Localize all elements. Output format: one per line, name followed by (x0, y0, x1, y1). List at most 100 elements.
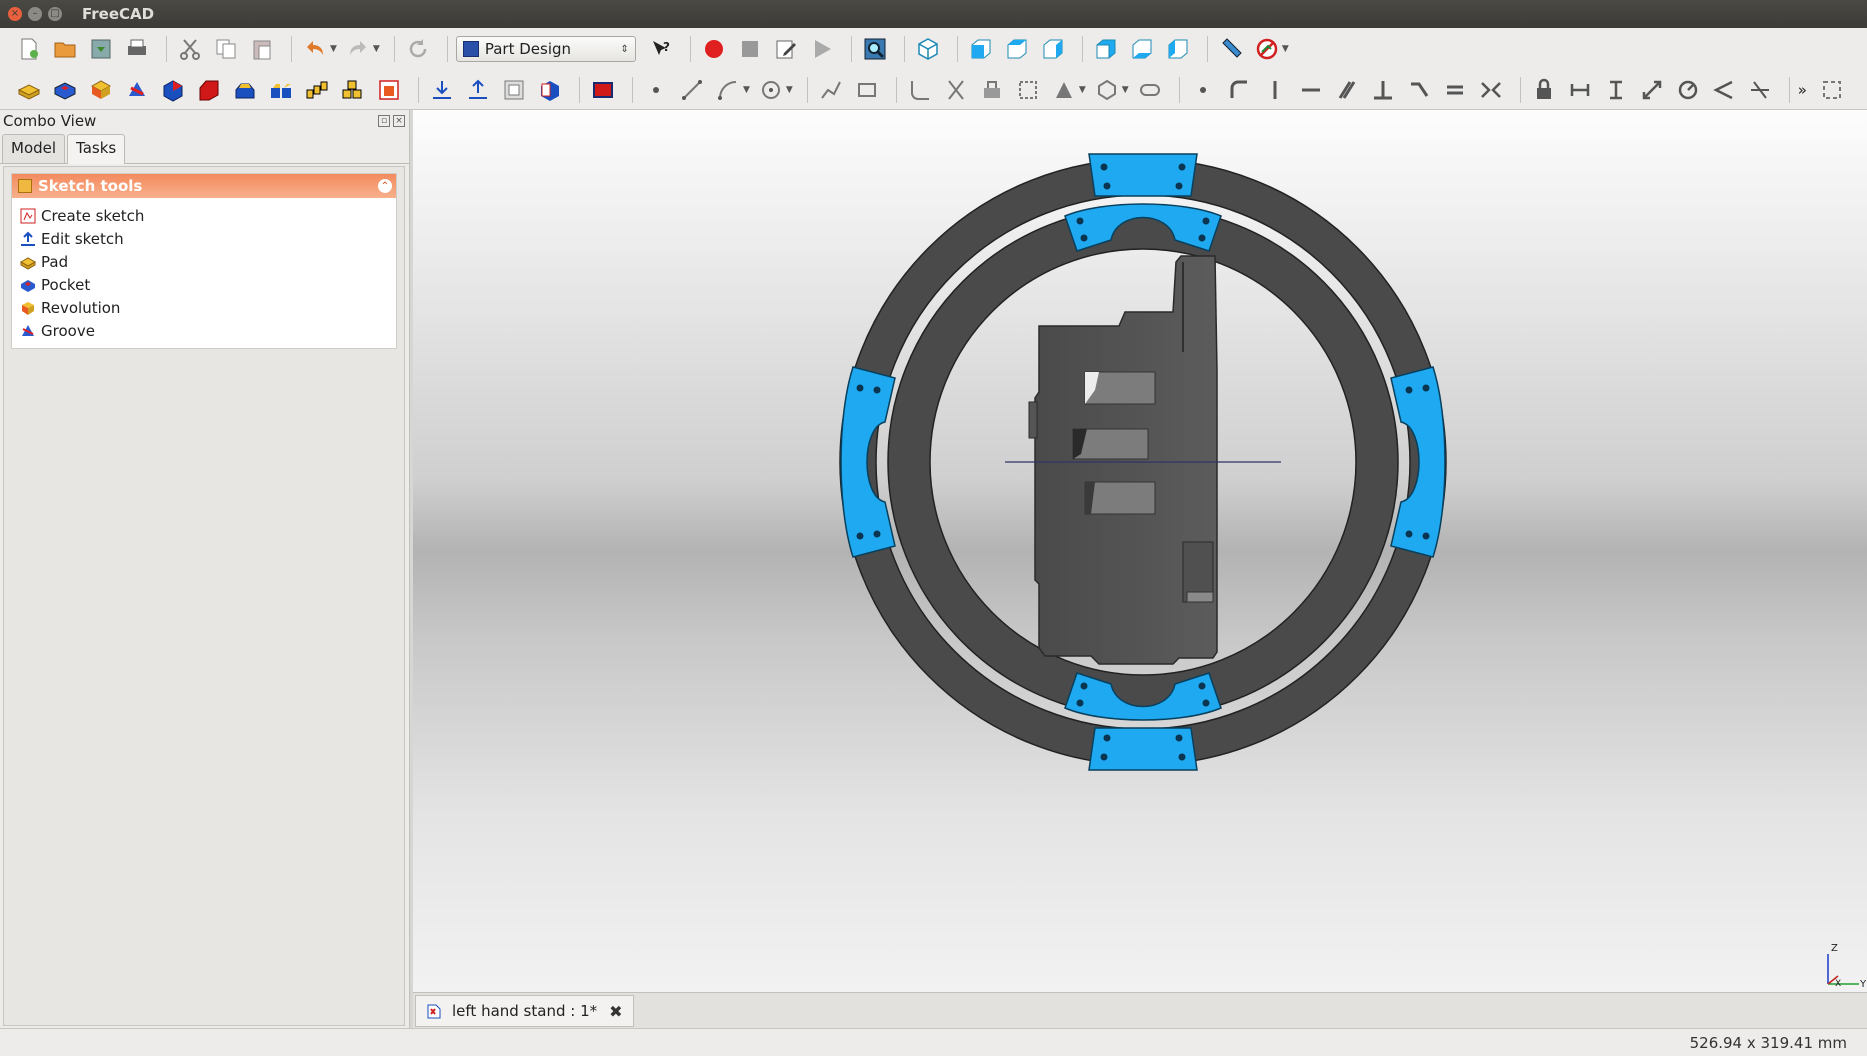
draft-icon[interactable] (230, 75, 260, 105)
tangent-icon[interactable] (1404, 75, 1434, 105)
close-icon[interactable]: × (393, 115, 405, 127)
vertical-distance-icon[interactable] (1601, 75, 1631, 105)
symmetric-icon[interactable] (1476, 75, 1506, 105)
polar-pattern-icon[interactable] (338, 75, 368, 105)
map-sketch-icon[interactable] (499, 75, 529, 105)
angle-icon[interactable] (1709, 75, 1739, 105)
new-file-icon[interactable] (14, 34, 44, 64)
leave-sketch-icon[interactable] (588, 75, 618, 105)
groove-icon[interactable] (122, 75, 152, 105)
construction-icon[interactable] (1013, 75, 1043, 105)
top-view-icon[interactable] (1002, 34, 1032, 64)
chevron-down-icon[interactable]: ▼ (1282, 44, 1289, 54)
clear-measure-icon[interactable] (1252, 34, 1282, 64)
horizontal-distance-icon[interactable] (1565, 75, 1595, 105)
edit-sketch-icon[interactable] (463, 75, 493, 105)
circle-icon[interactable] (756, 75, 786, 105)
close-tab-icon[interactable]: ✖ (609, 1002, 622, 1021)
vertical-icon[interactable] (1260, 75, 1290, 105)
float-icon[interactable]: ▫ (378, 115, 390, 127)
save-icon[interactable] (86, 34, 116, 64)
multitransform-icon[interactable] (374, 75, 404, 105)
point-icon[interactable] (641, 75, 671, 105)
maximize-window-button[interactable]: □ (48, 7, 62, 21)
fillet-sketch-icon[interactable] (905, 75, 935, 105)
3d-view[interactable]: Z X Y (413, 110, 1867, 992)
perpendicular-icon[interactable] (1368, 75, 1398, 105)
fillet-icon[interactable] (158, 75, 188, 105)
chamfer-icon[interactable] (194, 75, 224, 105)
polyline-icon[interactable] (816, 75, 846, 105)
distance-icon[interactable] (1637, 75, 1667, 105)
stop-macro-icon[interactable] (735, 34, 765, 64)
tab-tasks[interactable]: Tasks (67, 134, 126, 164)
edit-macro-icon[interactable] (771, 34, 801, 64)
chevron-down-icon[interactable]: ▼ (330, 44, 337, 54)
open-file-icon[interactable] (50, 34, 80, 64)
isometric-view-icon[interactable] (913, 34, 943, 64)
workbench-selector[interactable]: Part Design ⇕ (455, 36, 636, 62)
chevron-down-icon[interactable]: ▼ (786, 85, 793, 95)
task-groove[interactable]: Groove (20, 319, 396, 342)
task-create-sketch[interactable]: Create sketch (20, 204, 396, 227)
print-icon[interactable] (122, 34, 152, 64)
lock-icon[interactable] (1529, 75, 1559, 105)
coincident-icon[interactable] (1188, 75, 1218, 105)
equal-icon[interactable] (1440, 75, 1470, 105)
chevron-down-icon[interactable]: ▼ (373, 44, 380, 54)
slot-icon[interactable] (1135, 75, 1165, 105)
record-macro-icon[interactable] (699, 34, 729, 64)
right-view-icon[interactable] (1038, 34, 1068, 64)
panel-header[interactable]: Sketch tools ⌃ (12, 174, 396, 198)
task-edit-sketch[interactable]: Edit sketch (20, 227, 396, 250)
close-window-button[interactable]: × (8, 7, 22, 21)
model-scene[interactable] (413, 110, 1867, 992)
rectangle-icon[interactable] (852, 75, 882, 105)
execute-macro-icon[interactable] (807, 34, 837, 64)
line-icon[interactable] (677, 75, 707, 105)
measure-distance-icon[interactable] (1216, 34, 1246, 64)
chevron-down-icon[interactable]: ▼ (1122, 85, 1129, 95)
new-sketch-icon[interactable] (427, 75, 457, 105)
conic-icon[interactable] (1049, 75, 1079, 105)
chevron-down-icon[interactable]: ▼ (1079, 85, 1086, 95)
toggle-icon[interactable] (1817, 75, 1847, 105)
redo-icon[interactable] (343, 34, 373, 64)
document-tab[interactable]: left hand stand : 1* ✖ (415, 995, 634, 1027)
polygon-icon[interactable] (1092, 75, 1122, 105)
task-pocket[interactable]: Pocket (20, 273, 396, 296)
paste-icon[interactable] (247, 34, 277, 64)
clamp-bottom-outer (1088, 727, 1198, 771)
rear-view-icon[interactable] (1091, 34, 1121, 64)
pad-icon[interactable] (14, 75, 44, 105)
revolution-icon[interactable] (86, 75, 116, 105)
refresh-icon[interactable] (403, 34, 433, 64)
linear-pattern-icon[interactable] (302, 75, 332, 105)
parallel-icon[interactable] (1332, 75, 1362, 105)
arc-icon[interactable] (713, 75, 743, 105)
snell-icon[interactable] (1745, 75, 1775, 105)
collapse-icon[interactable]: ⌃ (378, 179, 392, 193)
fit-all-icon[interactable] (860, 34, 890, 64)
horizontal-icon[interactable] (1296, 75, 1326, 105)
more-icon[interactable]: » (1798, 81, 1807, 99)
pocket-icon[interactable] (50, 75, 80, 105)
point-on-object-icon[interactable] (1224, 75, 1254, 105)
radius-icon[interactable] (1673, 75, 1703, 105)
tab-model[interactable]: Model (2, 134, 66, 163)
chevron-down-icon[interactable]: ▼ (743, 85, 750, 95)
whats-this-icon[interactable]: ? (646, 34, 676, 64)
copy-icon[interactable] (211, 34, 241, 64)
minimize-window-button[interactable]: – (28, 7, 42, 21)
task-revolution[interactable]: Revolution (20, 296, 396, 319)
trim-icon[interactable] (941, 75, 971, 105)
bottom-view-icon[interactable] (1127, 34, 1157, 64)
task-pad[interactable]: Pad (20, 250, 396, 273)
external-geometry-icon[interactable] (977, 75, 1007, 105)
validate-sketch-icon[interactable] (535, 75, 565, 105)
undo-icon[interactable] (300, 34, 330, 64)
front-view-icon[interactable] (966, 34, 996, 64)
mirrored-icon[interactable] (266, 75, 296, 105)
left-view-icon[interactable] (1163, 34, 1193, 64)
cut-icon[interactable] (175, 34, 205, 64)
